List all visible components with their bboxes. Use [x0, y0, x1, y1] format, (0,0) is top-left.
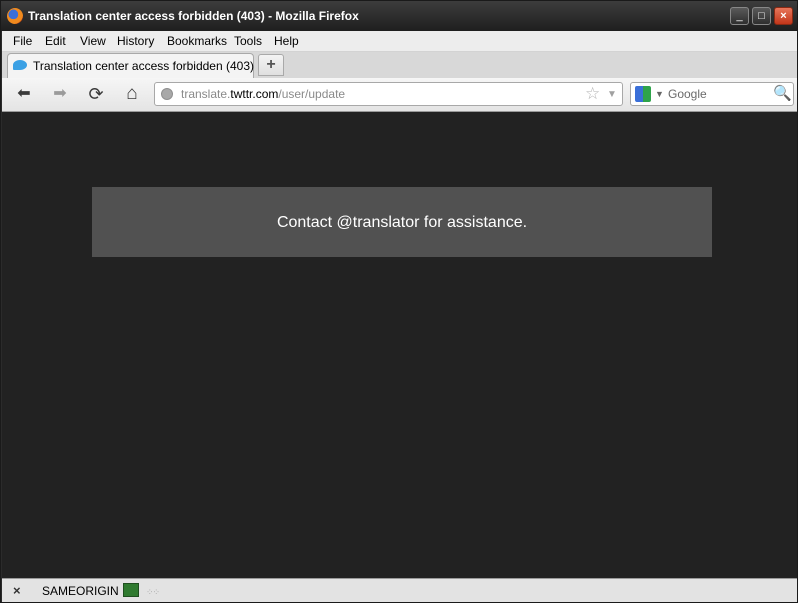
- error-message: Contact @translator for assistance.: [276, 214, 528, 231]
- addon-icon[interactable]: [123, 583, 139, 597]
- firefox-logo-icon: [7, 8, 23, 24]
- google-icon[interactable]: [635, 86, 651, 102]
- menu-view[interactable]: View: [80, 34, 106, 48]
- navigation-toolbar: ⬅ ➡ ⟳ ⌂ translate.twttr.com/user/update …: [2, 78, 797, 112]
- url-dropdown-icon[interactable]: ▼: [607, 86, 617, 104]
- maximize-button[interactable]: □: [752, 7, 771, 25]
- message-box: Contact @translator for assistance.: [92, 187, 712, 257]
- menu-file[interactable]: File: [13, 34, 32, 48]
- forward-arrow-icon[interactable]: ➡: [48, 84, 72, 104]
- status-bar: × SAMEORIGIN ⁘⁘: [2, 578, 797, 602]
- tab-strip: Translation center access forbidden (403…: [2, 52, 797, 79]
- resize-grip-icon[interactable]: ⁘⁘: [146, 587, 160, 598]
- window-title: Translation center access forbidden (403…: [28, 9, 359, 23]
- menu-tools[interactable]: Tools: [234, 34, 262, 48]
- page-content: Contact @translator for assistance.: [2, 112, 797, 578]
- tab-label: Translation center access forbidden (403…: [33, 59, 255, 73]
- minimize-button[interactable]: _: [730, 7, 749, 25]
- new-tab-button[interactable]: +: [258, 54, 284, 76]
- reload-icon[interactable]: ⟳: [84, 84, 108, 104]
- search-bar[interactable]: ▼ Google 🔍: [630, 82, 794, 106]
- url-bar[interactable]: translate.twttr.com/user/update ☆ ▼: [154, 82, 623, 106]
- url-text: translate.twttr.com/user/update: [181, 87, 346, 101]
- twitter-bird-icon: [13, 60, 27, 70]
- menu-help[interactable]: Help: [274, 34, 299, 48]
- home-icon[interactable]: ⌂: [120, 84, 144, 104]
- menu-history[interactable]: History: [117, 34, 154, 48]
- bookmark-star-icon[interactable]: ☆: [585, 84, 600, 104]
- menu-bookmarks[interactable]: Bookmarks: [167, 34, 227, 48]
- title-bar[interactable]: Translation center access forbidden (403…: [1, 1, 797, 31]
- globe-icon: [161, 88, 173, 100]
- status-text: SAMEORIGIN: [42, 584, 119, 598]
- search-icon[interactable]: 🔍: [773, 85, 792, 103]
- back-arrow-icon[interactable]: ⬅: [12, 84, 36, 104]
- browser-window: Translation center access forbidden (403…: [0, 0, 798, 603]
- search-input[interactable]: Google: [668, 87, 707, 101]
- menu-bar: File Edit View History Bookmarks Tools H…: [2, 31, 797, 52]
- menu-edit[interactable]: Edit: [45, 34, 66, 48]
- close-icon[interactable]: ×: [13, 583, 21, 598]
- close-button[interactable]: ×: [774, 7, 793, 25]
- tab-active[interactable]: Translation center access forbidden (403…: [7, 53, 254, 78]
- search-engine-dropdown-icon[interactable]: ▼: [655, 86, 664, 102]
